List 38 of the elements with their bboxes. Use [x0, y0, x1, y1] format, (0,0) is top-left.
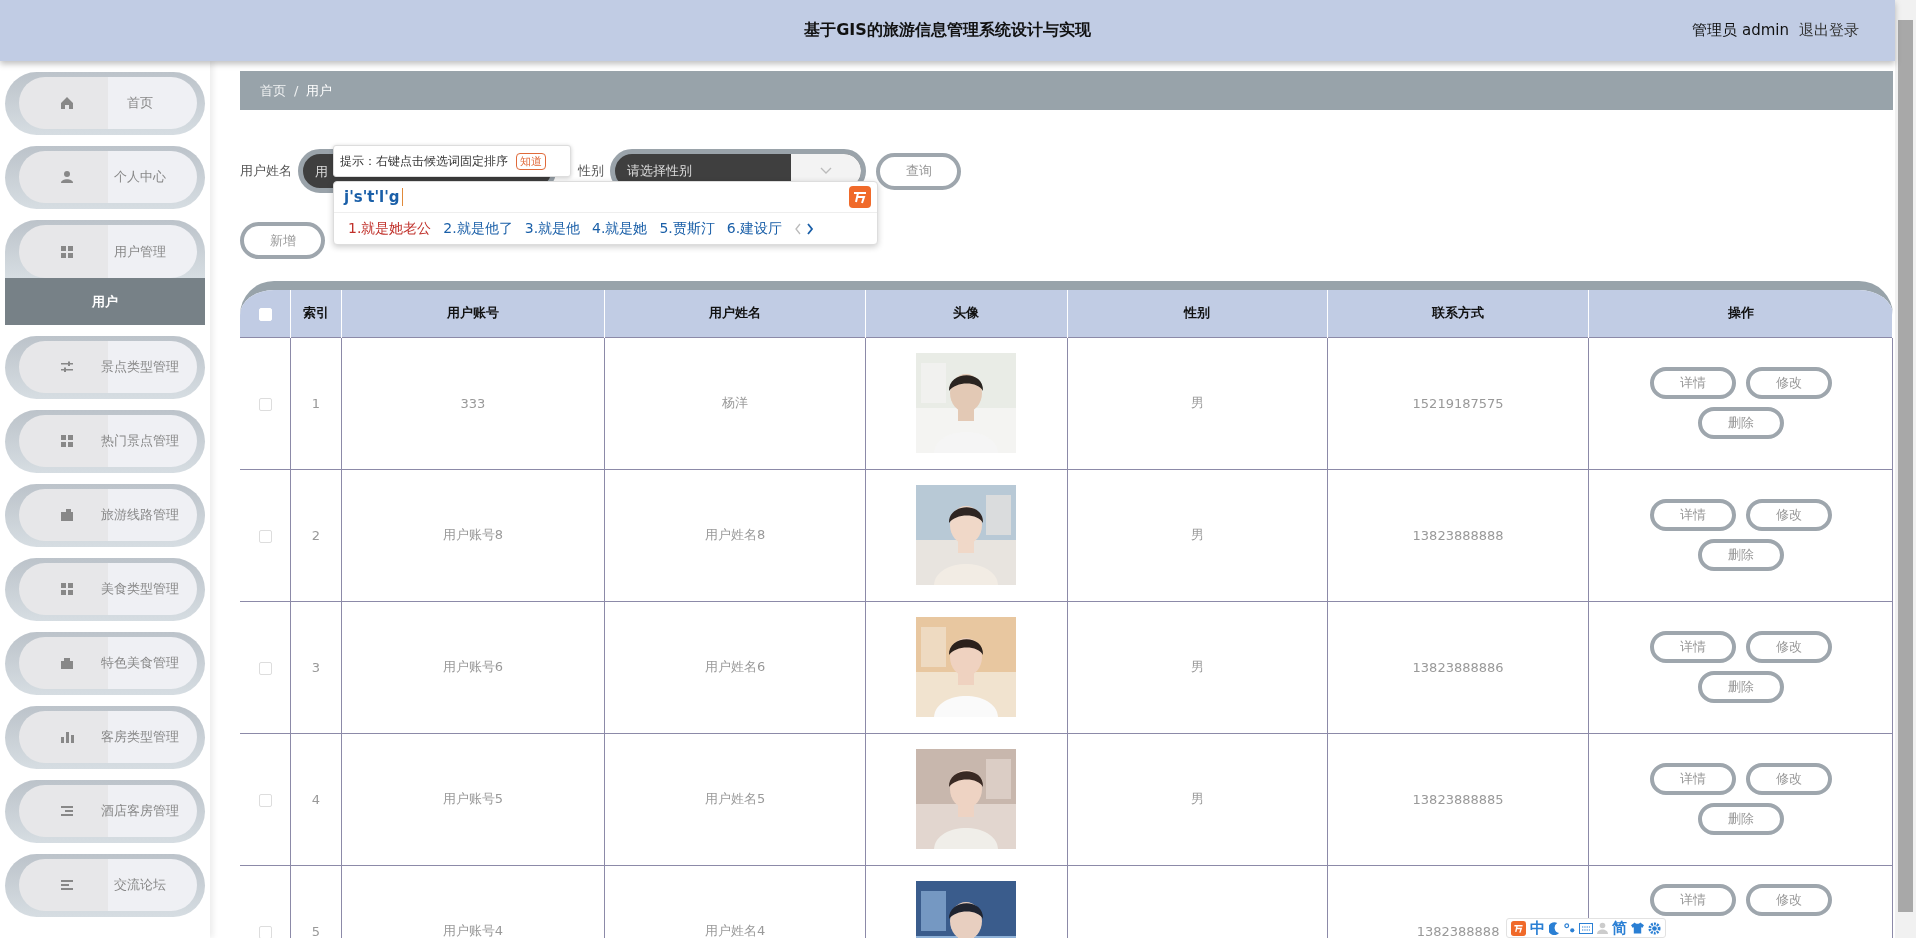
table-cell: 男	[1190, 395, 1204, 410]
table-cell: 男	[1190, 791, 1204, 806]
table-cell: 用户姓名8	[705, 527, 766, 542]
column-header: 索引	[290, 290, 342, 337]
hint-text: 提示：右键点击候选词固定排序	[340, 152, 508, 170]
table-cell: 男	[1190, 659, 1204, 674]
column-header: 性别	[1067, 290, 1328, 337]
table-cell: 13823888888	[1412, 527, 1504, 543]
table-cell: 5	[311, 923, 321, 938]
table-cell: 用户账号8	[442, 527, 503, 542]
breadcrumb-separator: /	[294, 83, 299, 98]
table-cell: 杨洋	[722, 395, 749, 410]
app-title: 基于GIS的旅游信息管理系统设计与实现	[804, 20, 1091, 41]
column-header: 用户账号	[341, 290, 605, 337]
ime-input-text: j's't'l'g	[344, 188, 403, 206]
table-cell: 3	[311, 659, 321, 675]
table-cell: 用户姓名6	[705, 659, 766, 674]
field-label: 性别	[578, 162, 604, 180]
table-cell: 1	[311, 395, 321, 411]
column-header: 操作	[1588, 290, 1893, 337]
user-name: 管理员 admin	[1692, 21, 1789, 40]
table-cell: 用户账号5	[442, 791, 503, 806]
column-header: 头像	[865, 290, 1068, 337]
table-cell: 用户姓名5	[705, 791, 766, 806]
table-cell: 1382388888	[1416, 923, 1500, 938]
table-cell: 15219187575	[1412, 395, 1504, 411]
table-cell: 用户账号4	[442, 923, 503, 938]
table-cell: 4	[311, 791, 321, 807]
table-cell: 13823888886	[1412, 659, 1504, 675]
table-cell: 333	[460, 395, 486, 411]
table-cell: 用户姓名4	[705, 923, 766, 938]
column-header: 联系方式	[1327, 290, 1589, 337]
column-header: 用户姓名	[604, 290, 866, 337]
table-cell: 用户账号6	[442, 659, 503, 674]
field-label: 用户姓名	[240, 162, 292, 180]
table-cell: 男	[1190, 527, 1204, 542]
table-cell: 13823888885	[1412, 791, 1504, 807]
table-cell: 2	[311, 527, 321, 543]
